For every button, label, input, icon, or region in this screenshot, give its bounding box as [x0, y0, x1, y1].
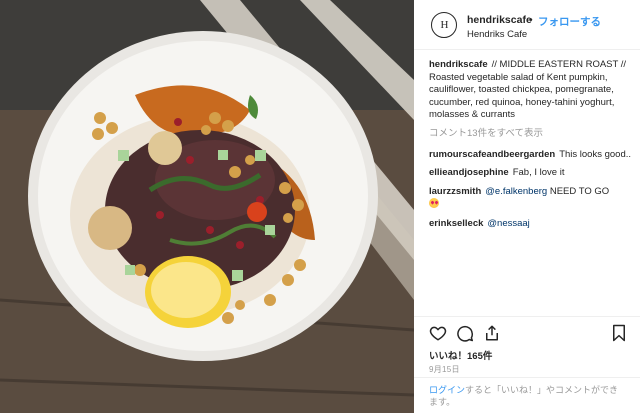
share-icon[interactable]: [483, 324, 501, 342]
comment-username[interactable]: ellieandjosephine: [429, 167, 509, 178]
caption-username[interactable]: hendrikscafe: [429, 59, 488, 70]
comment-text: NEED TO GO: [549, 185, 610, 197]
tomato: [247, 202, 267, 222]
post-date: 9月15日: [429, 365, 460, 374]
location-link[interactable]: Hendriks Cafe: [467, 29, 527, 40]
post-caption: hendrikscafe// MIDDLE EASTERN ROAST // R…: [429, 59, 635, 122]
comment-username[interactable]: laurzzsmith: [429, 186, 481, 197]
post-header: H hendrikscafe • フォローする Hendriks Cafe: [414, 0, 640, 50]
comment-username[interactable]: rumourscafeandbeergarden: [429, 149, 555, 160]
post-photo: [0, 0, 414, 413]
comment-item: erinkselleck @nessaaj: [429, 218, 635, 231]
header-username[interactable]: hendrikscafe: [467, 14, 532, 26]
comment-item: rumourscafeandbeergarden This looks good.…: [429, 149, 635, 162]
post-actions: いいね！165件 9月15日 ログインすると「いいね！」やコメントができます。: [414, 316, 640, 413]
cauliflower: [88, 206, 132, 250]
header-separator: •: [529, 14, 533, 26]
login-prompt: ログインすると「いいね！」やコメントができます。: [414, 377, 640, 414]
comment-text: This looks good..: [559, 148, 632, 160]
follow-button[interactable]: フォローする: [538, 14, 601, 29]
heart-eyes-emoji-icon: [429, 198, 439, 209]
comment-item: laurzzsmith @e.falkenberg NEED TO GO: [429, 186, 635, 212]
post-sidebar: H hendrikscafe • フォローする Hendriks Cafe he…: [414, 0, 640, 413]
comment-text: Fab, I love it: [512, 167, 565, 179]
lemon-flesh: [151, 262, 221, 318]
likes-count[interactable]: いいね！165件: [429, 348, 492, 362]
post-photo-illustration: [0, 0, 414, 413]
profile-avatar[interactable]: H: [431, 12, 457, 38]
comment-item: ellieandjosephine Fab, I love it: [429, 167, 635, 180]
cauliflower: [148, 131, 182, 165]
comment-mention[interactable]: @nessaaj: [487, 218, 529, 229]
comment-mention[interactable]: @e.falkenberg: [485, 186, 547, 197]
comments-section: hendrikscafe// MIDDLE EASTERN ROAST // R…: [429, 59, 635, 237]
comment-username[interactable]: erinkselleck: [429, 218, 483, 229]
login-link[interactable]: ログイン: [429, 385, 465, 395]
heart-icon[interactable]: [429, 324, 447, 342]
avatar-logo-letter: H: [440, 19, 449, 31]
comment-icon[interactable]: [456, 324, 474, 342]
view-all-comments-link[interactable]: コメント13件をすべて表示: [429, 128, 635, 141]
bookmark-icon[interactable]: [610, 324, 628, 342]
